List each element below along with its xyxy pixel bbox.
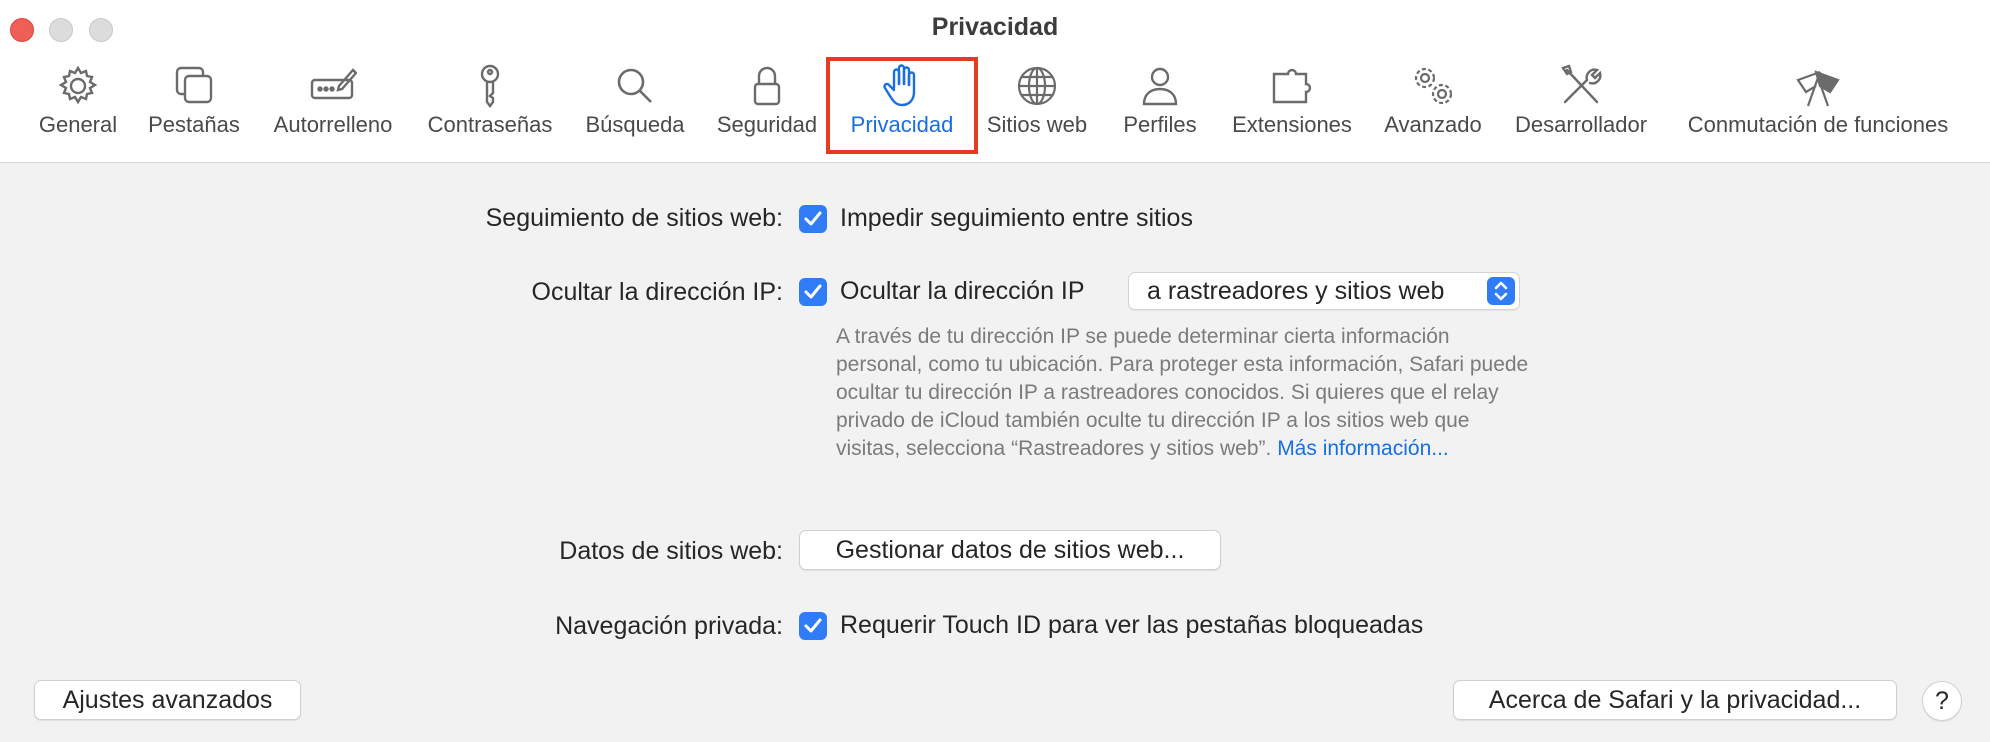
manage-website-data-button[interactable]: Gestionar datos de sitios web...	[799, 530, 1221, 570]
gears-icon	[1409, 62, 1457, 110]
tab-label: Extensiones	[1232, 112, 1352, 137]
selected-tab-highlight	[826, 57, 978, 154]
flags-icon	[1794, 62, 1842, 110]
tab-label: Pestañas	[148, 112, 240, 137]
tab-label: Conmutación de funciones	[1687, 112, 1949, 137]
hide-ip-checkbox-label[interactable]: Ocultar la dirección IP	[840, 277, 1085, 306]
chevron-updown-icon	[1487, 277, 1515, 305]
tab-label: Desarrollador	[1514, 112, 1648, 137]
tab-label: Avanzado	[1384, 112, 1482, 137]
more-info-link[interactable]: Más información...	[1277, 437, 1449, 460]
about-safari-privacy-button[interactable]: Acerca de Safari y la privacidad...	[1453, 680, 1897, 720]
tools-icon	[1557, 62, 1605, 110]
tab-busqueda[interactable]: Búsqueda	[582, 62, 688, 150]
tabs-icon	[170, 62, 218, 110]
tab-sitios-web[interactable]: Sitios web	[982, 62, 1092, 150]
tab-general[interactable]: General	[34, 62, 122, 150]
search-icon	[611, 62, 659, 110]
touch-id-checkbox[interactable]	[799, 612, 827, 640]
toolbar: Privacidad General Pestañas Autorrelleno…	[0, 0, 1990, 163]
tab-avanzado[interactable]: Avanzado	[1380, 62, 1486, 150]
tab-desarrollador[interactable]: Desarrollador	[1508, 62, 1654, 150]
touch-id-checkbox-label[interactable]: Requerir Touch ID para ver las pestañas …	[840, 611, 1423, 640]
prevent-tracking-label[interactable]: Impedir seguimiento entre sitios	[840, 204, 1193, 233]
tab-label: Búsqueda	[585, 112, 685, 137]
tab-label: Seguridad	[716, 112, 818, 137]
tab-label: Perfiles	[1123, 112, 1197, 137]
hide-ip-checkbox[interactable]	[799, 278, 827, 306]
gear-icon	[54, 62, 102, 110]
lock-icon	[743, 62, 791, 110]
tab-contrasenas[interactable]: Contraseñas	[424, 62, 556, 150]
hide-ip-popup-value: a rastreadores y sitios web	[1147, 277, 1445, 305]
tab-extensiones[interactable]: Extensiones	[1226, 62, 1358, 150]
tab-autorrelleno[interactable]: Autorrelleno	[268, 62, 398, 150]
website-data-label: Datos de sitios web:	[559, 537, 783, 565]
person-icon	[1136, 62, 1184, 110]
help-button[interactable]: ?	[1922, 681, 1962, 721]
hide-ip-popup[interactable]: a rastreadores y sitios web	[1128, 272, 1520, 310]
tab-label: Sitios web	[986, 112, 1088, 137]
tab-label: General	[38, 112, 118, 137]
tracking-label: Seguimiento de sitios web:	[485, 204, 783, 232]
window-title: Privacidad	[931, 13, 1059, 41]
tab-label: Autorrelleno	[273, 112, 393, 137]
puzzle-icon	[1268, 62, 1316, 110]
tab-conmutacion-funciones[interactable]: Conmutación de funciones	[1678, 62, 1958, 150]
preferences-window: Privacidad General Pestañas Autorrelleno…	[0, 0, 1990, 742]
prevent-tracking-checkbox[interactable]	[799, 205, 827, 233]
private-browsing-label: Navegación privada:	[555, 612, 783, 640]
tab-perfiles[interactable]: Perfiles	[1118, 62, 1202, 150]
globe-icon	[1013, 62, 1061, 110]
autofill-icon	[309, 62, 357, 110]
tab-label: Contraseñas	[427, 112, 553, 137]
hide-ip-description: A través de tu dirección IP se puede det…	[836, 323, 1536, 463]
tab-seguridad[interactable]: Seguridad	[713, 62, 821, 150]
tab-pestanas[interactable]: Pestañas	[145, 62, 243, 150]
advanced-settings-button[interactable]: Ajustes avanzados	[34, 680, 301, 720]
key-icon	[466, 62, 514, 110]
hide-ip-label: Ocultar la dirección IP:	[531, 278, 784, 306]
